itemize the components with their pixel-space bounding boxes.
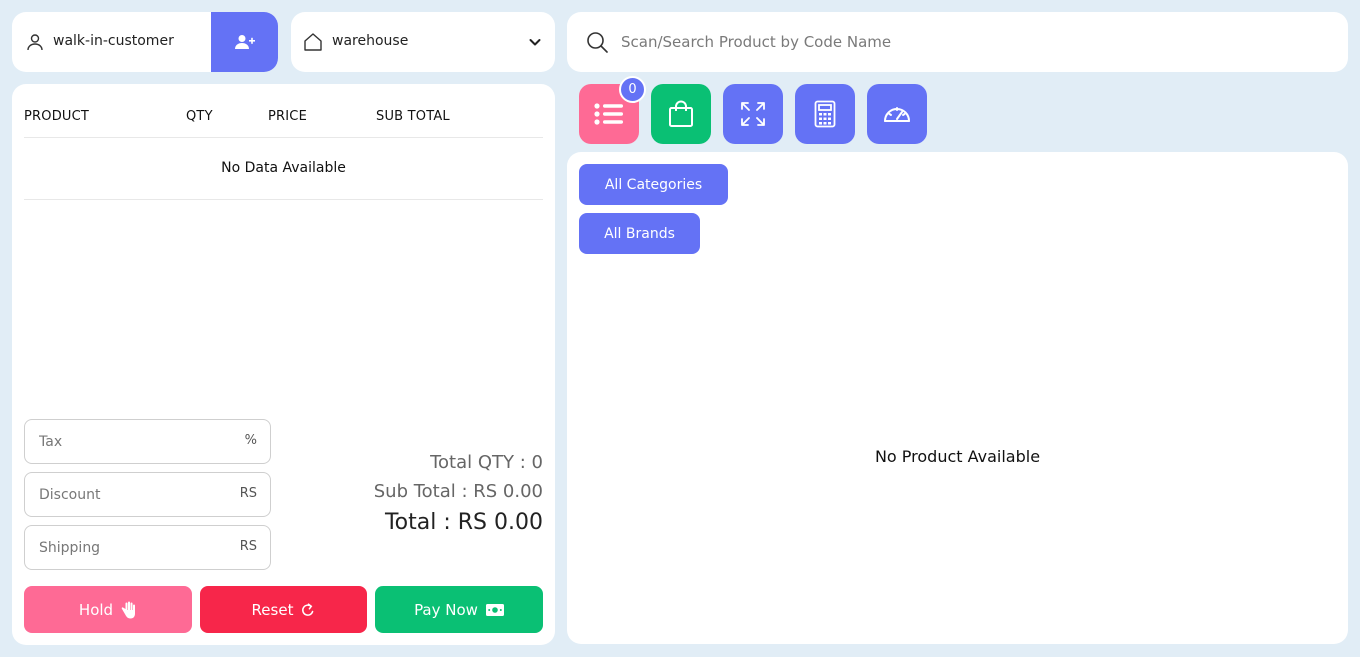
search-icon <box>587 32 608 53</box>
products-panel: All Categories All Brands No Product Ava… <box>567 152 1348 644</box>
row-divider <box>24 199 543 200</box>
shipping-field: RS <box>24 525 271 570</box>
tax-input[interactable] <box>39 431 219 453</box>
held-orders-count-badge: 0 <box>619 76 646 103</box>
chevron-down-icon <box>529 39 541 46</box>
header-divider <box>24 137 543 138</box>
home-icon <box>304 33 322 51</box>
list-icon <box>594 103 623 125</box>
fullscreen-button[interactable] <box>723 84 783 144</box>
calculator-button[interactable] <box>795 84 855 144</box>
column-header-qty: QTY <box>186 109 213 124</box>
product-search-bar <box>567 12 1348 72</box>
all-brands-button[interactable]: All Brands <box>579 213 700 254</box>
pay-now-label: Pay Now <box>414 600 478 619</box>
user-icon <box>27 34 43 51</box>
sub-total: Sub Total : RS 0.00 <box>373 481 543 502</box>
pay-now-button[interactable]: Pay Now <box>375 586 543 633</box>
no-product-message: No Product Available <box>874 447 1041 466</box>
shipping-suffix: RS <box>239 539 257 554</box>
hold-button[interactable]: Hold <box>24 586 192 633</box>
total-qty: Total QTY : 0 <box>430 452 543 473</box>
search-input[interactable] <box>621 26 1321 58</box>
hold-label: Hold <box>78 600 114 619</box>
reset-button[interactable]: Reset <box>200 586 367 633</box>
cash-icon <box>485 603 504 616</box>
column-header-price: PRICE <box>268 109 307 124</box>
tax-suffix: % <box>244 433 257 448</box>
column-header-product: PRODUCT <box>24 109 90 124</box>
cart-panel: PRODUCT QTY PRICE SUB TOTAL No Data Avai… <box>12 84 555 645</box>
column-header-sub-total: SUB TOTAL <box>376 109 450 124</box>
customer-select[interactable]: walk-in-customer <box>12 12 278 72</box>
all-categories-button[interactable]: All Categories <box>579 164 728 205</box>
grand-total: Total : RS 0.00 <box>384 510 543 535</box>
warehouse-select[interactable]: warehouse <box>291 12 555 72</box>
reset-label: Reset <box>251 600 294 619</box>
dashboard-button[interactable] <box>867 84 927 144</box>
hand-icon <box>121 601 136 618</box>
discount-suffix: RS <box>239 486 257 501</box>
shipping-input[interactable] <box>39 537 219 559</box>
add-customer-button[interactable] <box>211 12 278 72</box>
dashboard-icon <box>884 107 910 122</box>
customer-value: walk-in-customer <box>53 33 174 49</box>
refresh-icon <box>302 602 314 616</box>
tax-field: % <box>24 419 271 464</box>
discount-field: RS <box>24 472 271 517</box>
orders-button[interactable] <box>651 84 711 144</box>
cart-empty-message: No Data Available <box>221 160 346 176</box>
user-plus-icon <box>234 35 255 49</box>
fullscreen-icon <box>741 102 765 126</box>
shopping-bag-icon <box>669 100 693 127</box>
calculator-icon <box>814 100 836 128</box>
warehouse-value: warehouse <box>332 33 409 49</box>
discount-input[interactable] <box>39 484 219 506</box>
